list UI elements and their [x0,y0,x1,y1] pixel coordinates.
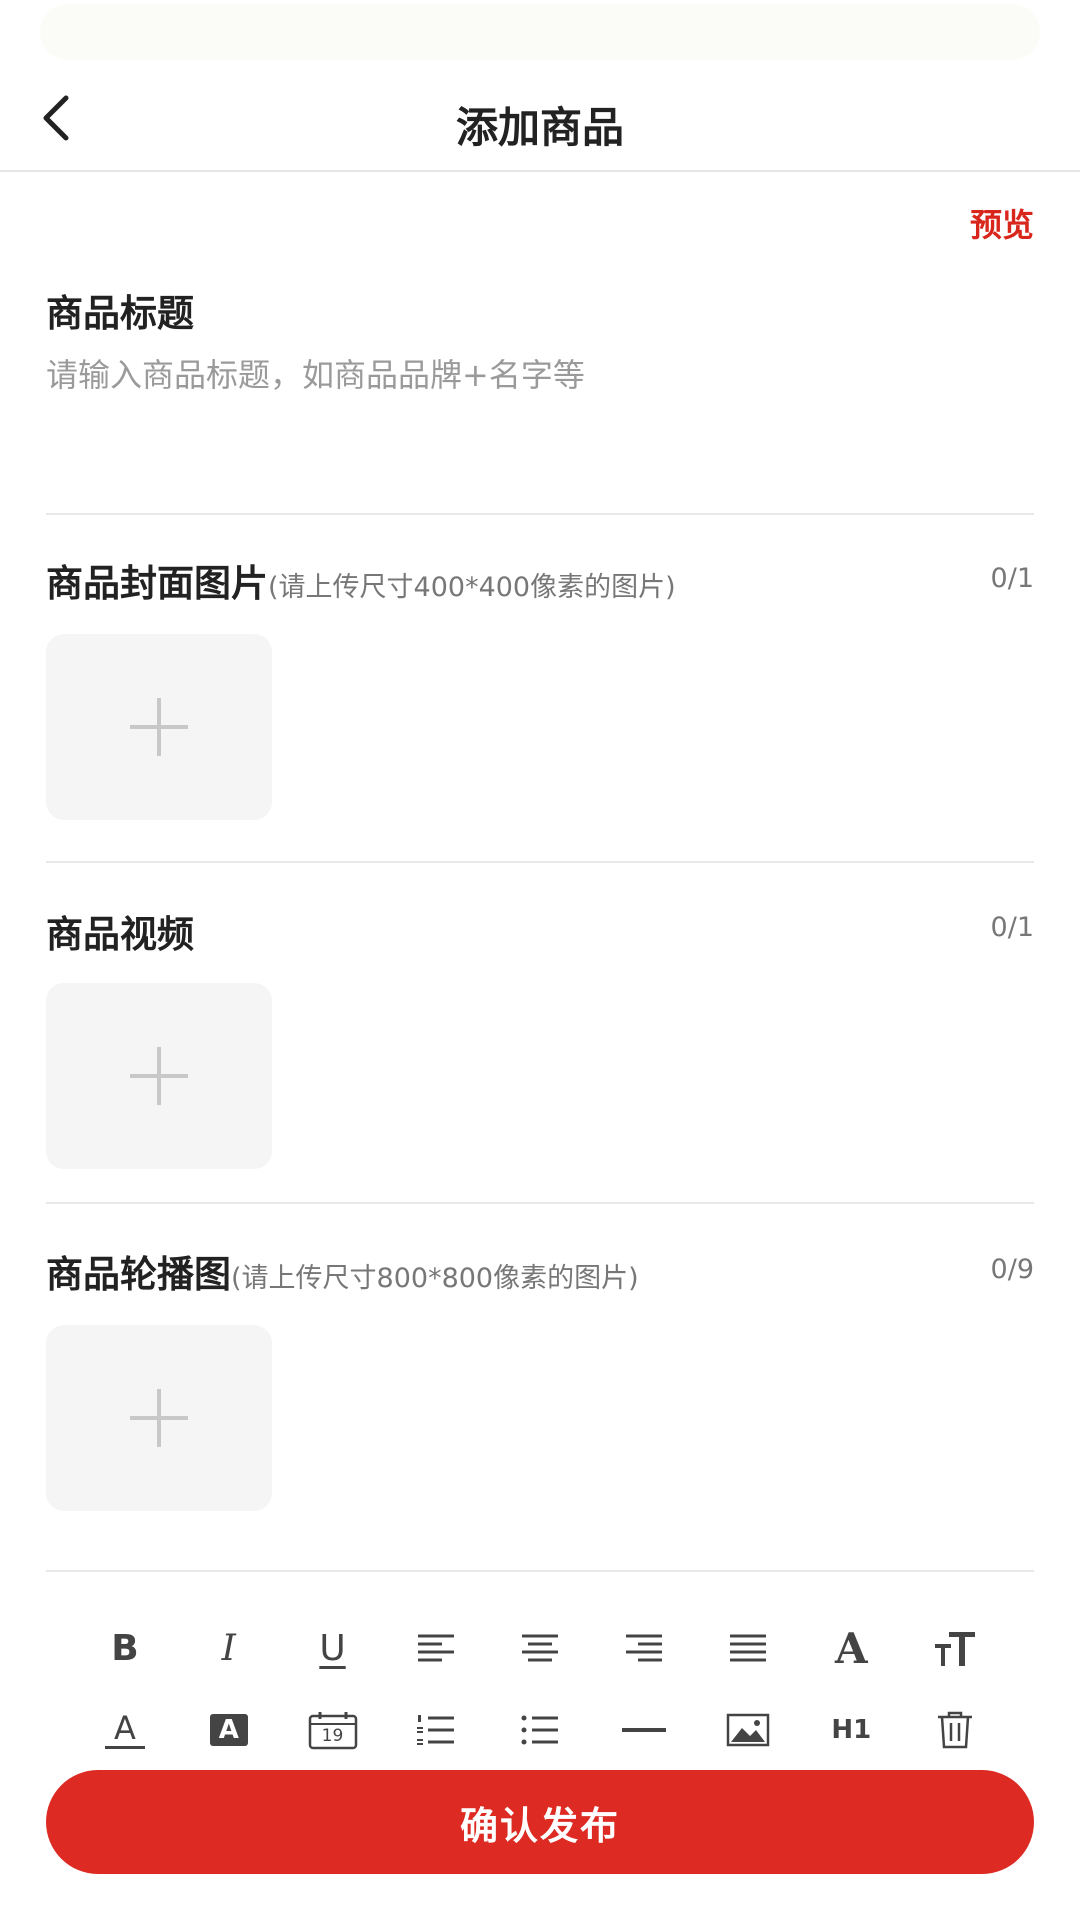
font-size-button[interactable] [920,1618,990,1678]
align-right-icon [625,1634,662,1662]
underline-icon: U [319,1627,346,1669]
plus-icon [130,1389,188,1447]
align-left-button[interactable] [401,1618,471,1678]
video-section-label: 商品视频 [46,913,194,956]
align-justify-button[interactable] [713,1618,783,1678]
carousel-count: 0/9 [990,1254,1034,1285]
font-color-icon: A [834,1623,868,1673]
underline-button[interactable]: U [298,1618,368,1678]
bold-icon: B [111,1627,139,1669]
cover-size-hint: (请上传尺寸400*400像素的图片) [268,572,676,603]
highlight-icon: A [209,1714,248,1746]
font-size-icon [935,1632,975,1666]
align-center-icon [522,1634,558,1662]
italic-button[interactable]: I [194,1618,264,1678]
ordered-list-button[interactable] [401,1700,471,1760]
carousel-section-title: 商品轮播图(请上传尺寸800*800像素的图片) [46,1244,639,1298]
highlight-button[interactable]: A [194,1700,264,1760]
heading-icon: H1 [831,1715,872,1745]
cover-count: 0/1 [990,563,1034,594]
image-button[interactable] [713,1700,783,1760]
delete-button[interactable] [920,1700,990,1760]
align-center-button[interactable] [505,1618,575,1678]
italic-icon: I [221,1627,236,1669]
plus-icon [130,698,188,756]
carousel-size-hint: (请上传尺寸800*800像素的图片) [231,1263,639,1294]
trash-icon [938,1711,972,1749]
bold-button[interactable]: B [90,1618,160,1678]
video-count: 0/1 [990,912,1034,943]
editor-toolbar-row-1: B I U A [90,1618,990,1678]
divider [46,1202,1034,1204]
confirm-publish-button[interactable]: 确认发布 [46,1770,1034,1874]
divider [46,861,1034,863]
video-upload-button[interactable] [46,983,272,1169]
horizontal-rule-button[interactable] [609,1700,679,1760]
bullet-list-button[interactable] [505,1700,575,1760]
date-button[interactable]: 19 [298,1700,368,1760]
bullet-list-icon [521,1715,558,1745]
align-left-icon [418,1634,455,1662]
text-color-button[interactable]: A [90,1700,160,1760]
text-color-icon: A [114,1708,136,1747]
status-bar [40,4,1040,60]
align-justify-icon [729,1634,766,1662]
text-color-underline [105,1745,145,1749]
horizontal-rule-icon [621,1728,666,1732]
cover-section-title: 商品封面图片(请上传尺寸400*400像素的图片) [46,553,676,607]
plus-icon [130,1047,188,1105]
editor-toolbar-row-2: A A 19 H1 [90,1700,990,1760]
divider [46,513,1034,515]
title-section-label: 商品标题 [46,292,194,335]
align-right-button[interactable] [609,1618,679,1678]
product-title-input[interactable] [46,350,1026,400]
carousel-upload-button[interactable] [46,1325,272,1511]
font-button[interactable]: A [816,1618,886,1678]
ordered-list-icon [417,1715,455,1745]
cover-upload-button[interactable] [46,634,272,820]
heading-button[interactable]: H1 [816,1700,886,1760]
page-title: 添加商品 [455,103,624,152]
cover-section-label: 商品封面图片 [46,562,268,605]
divider [46,1570,1034,1572]
carousel-section-label: 商品轮播图 [46,1253,231,1296]
preview-button[interactable]: 预览 [970,200,1034,246]
image-icon [726,1713,769,1747]
date-day: 19 [321,1726,344,1746]
nav-bar: 添加商品 [0,60,1080,172]
